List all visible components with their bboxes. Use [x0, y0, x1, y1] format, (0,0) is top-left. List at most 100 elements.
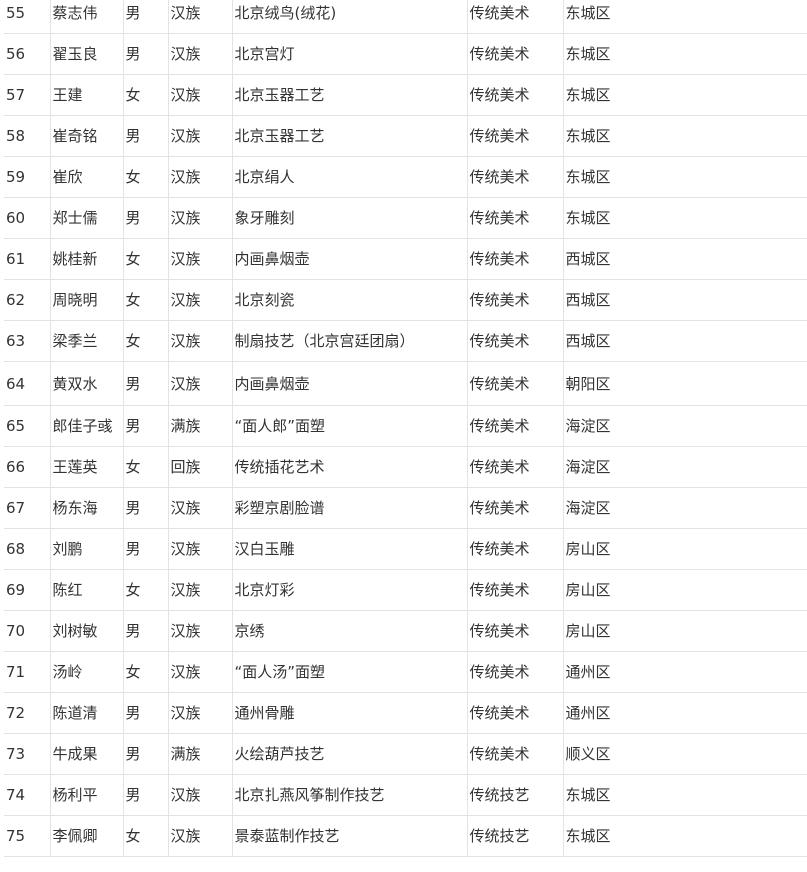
cell-category: 传统美术	[466, 528, 563, 570]
cell-project: 北京扎燕风筝制作技艺	[231, 774, 467, 816]
cell-category: 传统美术	[466, 569, 563, 611]
cell-project: 北京绢人	[231, 156, 467, 198]
cell-district: 东城区	[562, 815, 807, 857]
cell-district: 东城区	[562, 33, 807, 75]
cell-project: 火绘葫芦技艺	[231, 733, 467, 775]
cell-gender: 女	[122, 156, 168, 198]
cell-project: 通州骨雕	[231, 692, 467, 734]
cell-category: 传统美术	[466, 0, 563, 34]
cell-ethnicity: 汉族	[167, 528, 232, 570]
cell-district: 东城区	[562, 774, 807, 816]
table-row: 74 杨利平 男 汉族 北京扎燕风筝制作技艺 传统技艺 东城区	[4, 774, 807, 816]
cell-gender: 女	[122, 238, 168, 280]
inheritor-table: 55 蔡志伟 男 汉族 北京绒鸟(绒花) 传统美术 东城区 56 翟玉良 男 汉…	[4, 0, 807, 857]
cell-name: 郑士儒	[49, 197, 123, 239]
cell-gender: 男	[122, 33, 168, 75]
cell-ethnicity: 汉族	[167, 815, 232, 857]
cell-name: 崔欣	[49, 156, 123, 198]
cell-category: 传统美术	[466, 610, 563, 652]
cell-ethnicity: 汉族	[167, 651, 232, 693]
cell-project: 北京玉器工艺	[231, 115, 467, 157]
cell-name: 黄双水	[49, 361, 123, 406]
cell-project: “面人汤”面塑	[231, 651, 467, 693]
cell-gender: 女	[122, 651, 168, 693]
cell-number: 55	[4, 0, 50, 34]
cell-number: 72	[4, 692, 50, 734]
cell-category: 传统美术	[466, 651, 563, 693]
cell-gender: 女	[122, 320, 168, 362]
cell-number: 69	[4, 569, 50, 611]
cell-project: 汉白玉雕	[231, 528, 467, 570]
cell-gender: 男	[122, 361, 168, 406]
cell-ethnicity: 汉族	[167, 115, 232, 157]
cell-number: 63	[4, 320, 50, 362]
cell-ethnicity: 汉族	[167, 774, 232, 816]
cell-project: 京绣	[231, 610, 467, 652]
cell-gender: 男	[122, 405, 168, 447]
table-row: 58 崔奇铭 男 汉族 北京玉器工艺 传统美术 东城区	[4, 115, 807, 157]
cell-project: 北京刻瓷	[231, 279, 467, 321]
table-row: 70 刘树敏 男 汉族 京绣 传统美术 房山区	[4, 610, 807, 652]
cell-gender: 男	[122, 487, 168, 529]
cell-number: 74	[4, 774, 50, 816]
table-row: 72 陈道清 男 汉族 通州骨雕 传统美术 通州区	[4, 692, 807, 734]
cell-gender: 女	[122, 815, 168, 857]
cell-ethnicity: 汉族	[167, 569, 232, 611]
table-row: 68 刘鹏 男 汉族 汉白玉雕 传统美术 房山区	[4, 528, 807, 570]
cell-category: 传统美术	[466, 33, 563, 75]
cell-project: “面人郎”面塑	[231, 405, 467, 447]
cell-ethnicity: 满族	[167, 733, 232, 775]
cell-ethnicity: 汉族	[167, 0, 232, 34]
cell-project: 北京玉器工艺	[231, 74, 467, 116]
cell-ethnicity: 汉族	[167, 197, 232, 239]
cell-district: 房山区	[562, 610, 807, 652]
cell-number: 56	[4, 33, 50, 75]
cell-number: 57	[4, 74, 50, 116]
cell-number: 65	[4, 405, 50, 447]
cell-gender: 男	[122, 0, 168, 34]
cell-project: 北京绒鸟(绒花)	[231, 0, 467, 34]
table-row: 62 周晓明 女 汉族 北京刻瓷 传统美术 西城区	[4, 279, 807, 321]
cell-category: 传统美术	[466, 446, 563, 488]
cell-district: 西城区	[562, 279, 807, 321]
cell-gender: 男	[122, 115, 168, 157]
cell-district: 东城区	[562, 115, 807, 157]
table-row: 63 梁季兰 女 汉族 制扇技艺（北京宫廷团扇） 传统美术 西城区	[4, 320, 807, 362]
cell-category: 传统美术	[466, 692, 563, 734]
cell-project: 内画鼻烟壶	[231, 238, 467, 280]
cell-name: 郎佳子彧	[49, 405, 123, 447]
cell-district: 房山区	[562, 528, 807, 570]
cell-number: 58	[4, 115, 50, 157]
table-row: 69 陈红 女 汉族 北京灯彩 传统美术 房山区	[4, 569, 807, 611]
cell-name: 蔡志伟	[49, 0, 123, 34]
cell-district: 朝阳区	[562, 361, 807, 406]
table-row: 57 王建 女 汉族 北京玉器工艺 传统美术 东城区	[4, 74, 807, 116]
cell-ethnicity: 汉族	[167, 320, 232, 362]
inheritor-table-wrapper: 55 蔡志伟 男 汉族 北京绒鸟(绒花) 传统美术 东城区 56 翟玉良 男 汉…	[0, 0, 807, 872]
table-row: 67 杨东海 男 汉族 彩塑京剧脸谱 传统美术 海淀区	[4, 487, 807, 529]
table-row: 56 翟玉良 男 汉族 北京宫灯 传统美术 东城区	[4, 33, 807, 75]
cell-name: 刘鹏	[49, 528, 123, 570]
cell-name: 牛成果	[49, 733, 123, 775]
table-row: 64 黄双水 男 汉族 内画鼻烟壶 传统美术 朝阳区	[4, 361, 807, 406]
cell-ethnicity: 汉族	[167, 156, 232, 198]
cell-name: 刘树敏	[49, 610, 123, 652]
table-row: 71 汤岭 女 汉族 “面人汤”面塑 传统美术 通州区	[4, 651, 807, 693]
cell-category: 传统美术	[466, 156, 563, 198]
cell-gender: 男	[122, 197, 168, 239]
cell-number: 60	[4, 197, 50, 239]
cell-category: 传统美术	[466, 320, 563, 362]
cell-category: 传统美术	[466, 487, 563, 529]
cell-name: 李佩卿	[49, 815, 123, 857]
cell-name: 梁季兰	[49, 320, 123, 362]
cell-district: 西城区	[562, 238, 807, 280]
cell-name: 杨东海	[49, 487, 123, 529]
cell-name: 翟玉良	[49, 33, 123, 75]
cell-district: 西城区	[562, 320, 807, 362]
cell-gender: 女	[122, 569, 168, 611]
cell-name: 陈道清	[49, 692, 123, 734]
cell-name: 杨利平	[49, 774, 123, 816]
cell-gender: 男	[122, 692, 168, 734]
cell-gender: 男	[122, 774, 168, 816]
cell-name: 陈红	[49, 569, 123, 611]
